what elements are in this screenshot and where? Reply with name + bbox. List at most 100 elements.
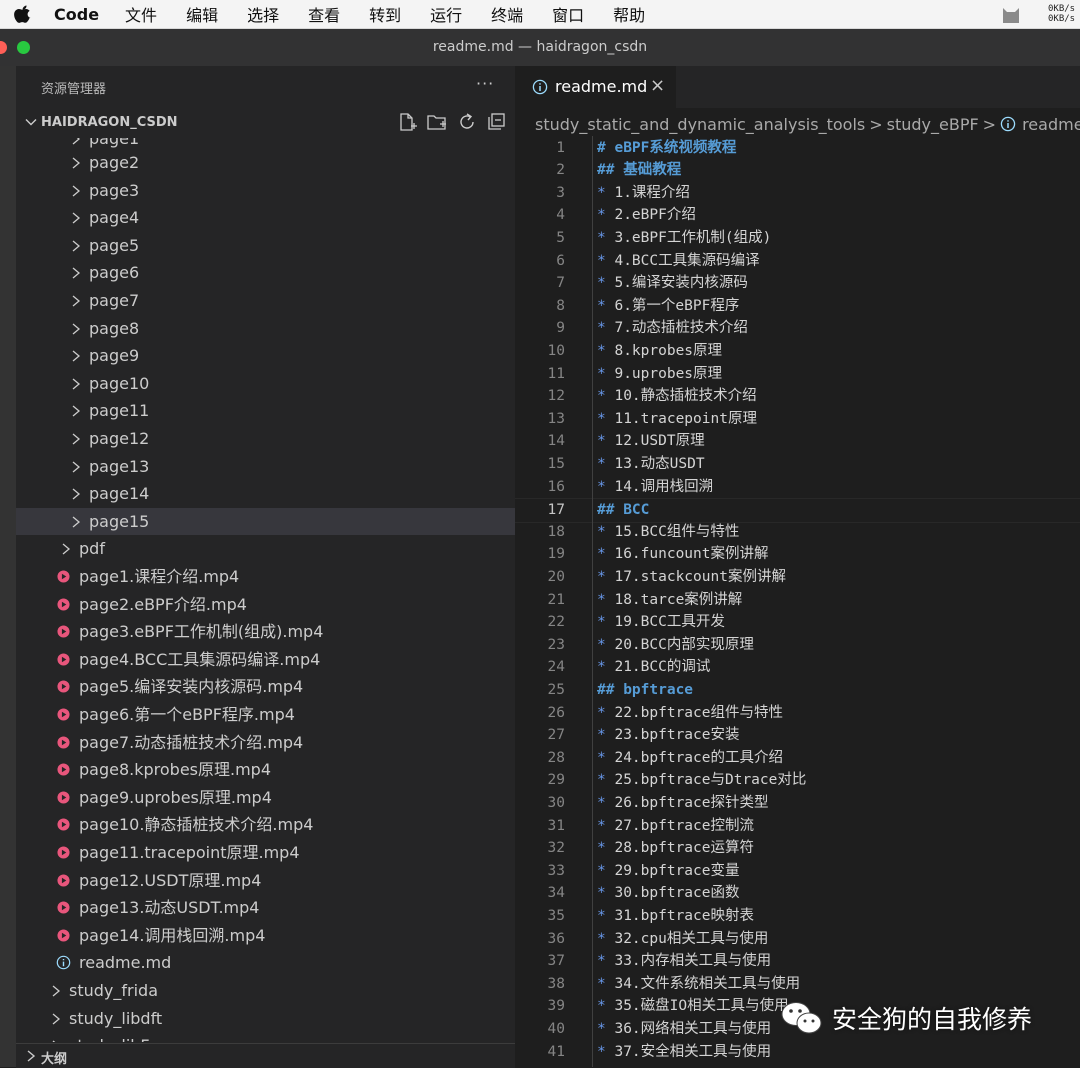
code-line[interactable]: 1 # eBPF系统视频教程 (515, 137, 1080, 160)
tree-file-video[interactable]: page8.kprobes原理.mp4 (16, 756, 515, 783)
tree-file-video[interactable]: page7.动态插桩技术介绍.mp4 (16, 729, 515, 756)
tree-folder-page14[interactable]: page14 (16, 480, 515, 507)
tree-file-video[interactable]: page10.静态插桩技术介绍.mp4 (16, 811, 515, 838)
tree-folder-page15[interactable]: page15 (16, 507, 515, 535)
code-line[interactable]: 41 * 37.安全相关工具与使用 (515, 1041, 1080, 1064)
new-folder-icon[interactable] (426, 111, 448, 133)
code-line[interactable]: 33 * 29.bpftrace变量 (515, 860, 1080, 883)
code-line[interactable]: 18 * 15.BCC组件与特性 (515, 521, 1080, 544)
tree-folder-page7[interactable]: page7 (16, 287, 515, 314)
outline-label: 大纲 (41, 1052, 68, 1067)
menu-selection[interactable]: 选择 (247, 2, 279, 26)
breadcrumb-item[interactable]: study_eBPF (887, 115, 979, 134)
code-line[interactable]: 14 * 12.USDT原理 (515, 430, 1080, 453)
code-line[interactable]: 29 * 25.bpftrace与Dtrace对比 (515, 769, 1080, 792)
breadcrumb-item[interactable]: readme.md (1022, 115, 1080, 134)
code-line[interactable]: 24 * 21.BCC的调试 (515, 656, 1080, 679)
editor-text-area[interactable]: 1 # eBPF系统视频教程 2 ## 基础教程 3 * 1.课程介绍 4 * 2.eBPF介… (515, 136, 1080, 1067)
refresh-icon[interactable] (456, 111, 478, 133)
app-name-menu[interactable]: Code (54, 5, 99, 24)
code-line[interactable]: 13 * 11.tracepoint原理 (515, 408, 1080, 431)
code-line[interactable]: 15 * 13.动态USDT (515, 453, 1080, 476)
tree-file-readme[interactable]: readme.md (16, 949, 515, 976)
code-line[interactable]: 34 * 30.bpftrace函数 (515, 882, 1080, 905)
new-file-icon[interactable] (396, 111, 418, 133)
tree-folder-page6[interactable]: page6 (16, 259, 515, 286)
code-line[interactable]: 22 * 19.BCC工具开发 (515, 611, 1080, 634)
tree-file-video[interactable]: page2.eBPF介绍.mp4 (16, 591, 515, 618)
code-line[interactable]: 17 ## BCC (515, 498, 1080, 523)
close-icon[interactable]: × (650, 75, 665, 96)
code-line[interactable]: 2 ## 基础教程 (515, 159, 1080, 182)
tree-folder-page11[interactable]: page11 (16, 397, 515, 424)
tree-folder-study_frida[interactable]: study_frida (16, 977, 515, 1004)
code-line[interactable]: 4 * 2.eBPF介绍 (515, 204, 1080, 227)
tree-file-video[interactable]: page12.USDT原理.mp4 (16, 867, 515, 894)
tree-folder-page13[interactable]: page13 (16, 453, 515, 480)
code-line[interactable]: 16 * 14.调用栈回溯 (515, 476, 1080, 499)
code-line[interactable]: 6 * 4.BCC工具集源码编译 (515, 250, 1080, 273)
code-line[interactable]: 10 * 8.kprobes原理 (515, 340, 1080, 363)
code-line[interactable]: 32 * 28.bpftrace运算符 (515, 837, 1080, 860)
code-line[interactable]: 9 * 7.动态插桩技术介绍 (515, 317, 1080, 340)
code-line[interactable]: 5 * 3.eBPF工作机制(组成) (515, 227, 1080, 250)
menu-terminal[interactable]: 终端 (491, 2, 523, 26)
tree-file-video[interactable]: page4.BCC工具集源码编译.mp4 (16, 646, 515, 673)
tree-folder-page3[interactable]: page3 (16, 177, 515, 204)
menu-go[interactable]: 转到 (369, 2, 401, 26)
line-number: 36 (547, 930, 565, 947)
code-line[interactable]: 25 ## bpftrace (515, 679, 1080, 702)
tree-file-video[interactable]: page6.第一个eBPF程序.mp4 (16, 701, 515, 728)
code-line[interactable]: 21 * 18.tarce案例讲解 (515, 589, 1080, 612)
collapse-all-icon[interactable] (486, 111, 508, 133)
code-line[interactable]: 26 * 22.bpftrace组件与特性 (515, 702, 1080, 725)
code-line[interactable]: 31 * 27.bpftrace控制流 (515, 815, 1080, 838)
breadcrumb-item[interactable]: study_static_and_dynamic_analysis_tools (535, 115, 865, 134)
menu-file[interactable]: 文件 (125, 2, 157, 26)
tree-folder-page4[interactable]: page4 (16, 204, 515, 231)
code-line[interactable]: 37 * 33.内存相关工具与使用 (515, 950, 1080, 973)
tree-folder-page8[interactable]: page8 (16, 315, 515, 342)
network-speed[interactable]: 0KB/s 0KB/s (1048, 4, 1080, 24)
tree-folder-page12[interactable]: page12 (16, 425, 515, 452)
tree-file-video[interactable]: page3.eBPF工作机制(组成).mp4 (16, 618, 515, 645)
tree-file-video[interactable]: page13.动态USDT.mp4 (16, 894, 515, 921)
menu-help[interactable]: 帮助 (613, 2, 645, 26)
code-line[interactable]: 38 * 34.文件系统相关工具与使用 (515, 973, 1080, 996)
line-content: * 23.bpftrace安装 (597, 724, 740, 747)
code-line[interactable]: 28 * 24.bpftrace的工具介绍 (515, 747, 1080, 770)
code-line[interactable]: 8 * 6.第一个eBPF程序 (515, 295, 1080, 318)
apple-icon[interactable] (14, 4, 32, 24)
code-line[interactable]: 11 * 9.uprobes原理 (515, 363, 1080, 386)
code-line[interactable]: 30 * 26.bpftrace探针类型 (515, 792, 1080, 815)
tree-folder-page5[interactable]: page5 (16, 232, 515, 259)
code-line[interactable]: 36 * 32.cpu相关工具与使用 (515, 928, 1080, 951)
menu-view[interactable]: 查看 (308, 2, 340, 26)
tree-folder-page9[interactable]: page9 (16, 342, 515, 369)
tree-folder-pdf[interactable]: pdf (16, 535, 515, 562)
code-line[interactable]: 12 * 10.静态插桩技术介绍 (515, 385, 1080, 408)
code-line[interactable]: 35 * 31.bpftrace映射表 (515, 905, 1080, 928)
code-line[interactable]: 7 * 5.编译安装内核源码 (515, 272, 1080, 295)
menu-run[interactable]: 运行 (430, 2, 462, 26)
cat-status-icon[interactable] (1000, 4, 1022, 24)
tree-folder-page10[interactable]: page10 (16, 370, 515, 397)
code-line[interactable]: 20 * 17.stackcount案例讲解 (515, 566, 1080, 589)
tree-folder-study_libdft[interactable]: study_libdft (16, 1005, 515, 1032)
code-line[interactable]: 23 * 20.BCC内部实现原理 (515, 634, 1080, 657)
code-line[interactable]: 19 * 16.funcount案例讲解 (515, 543, 1080, 566)
outline-section-header[interactable]: 大纲 (16, 1043, 515, 1068)
tree-file-video[interactable]: page1.课程介绍.mp4 (16, 563, 515, 590)
menu-window[interactable]: 窗口 (552, 2, 584, 26)
tree-folder-page2[interactable]: page2 (16, 149, 515, 176)
tab-readme[interactable]: readme.md × (515, 66, 677, 108)
tree-folder-study_libFuzzer[interactable]: study_libFuzzer (16, 1032, 515, 1042)
code-line[interactable]: 27 * 23.bpftrace安装 (515, 724, 1080, 747)
tree-file-video[interactable]: page11.tracepoint原理.mp4 (16, 839, 515, 866)
tree-file-video[interactable]: page9.uprobes原理.mp4 (16, 784, 515, 811)
tree-file-video[interactable]: page14.调用栈回溯.mp4 (16, 922, 515, 949)
menu-edit[interactable]: 编辑 (186, 2, 218, 26)
code-line[interactable]: 3 * 1.课程介绍 (515, 182, 1080, 205)
tree-file-video[interactable]: page5.编译安装内核源码.mp4 (16, 673, 515, 700)
more-actions-icon[interactable]: ··· (476, 74, 494, 93)
